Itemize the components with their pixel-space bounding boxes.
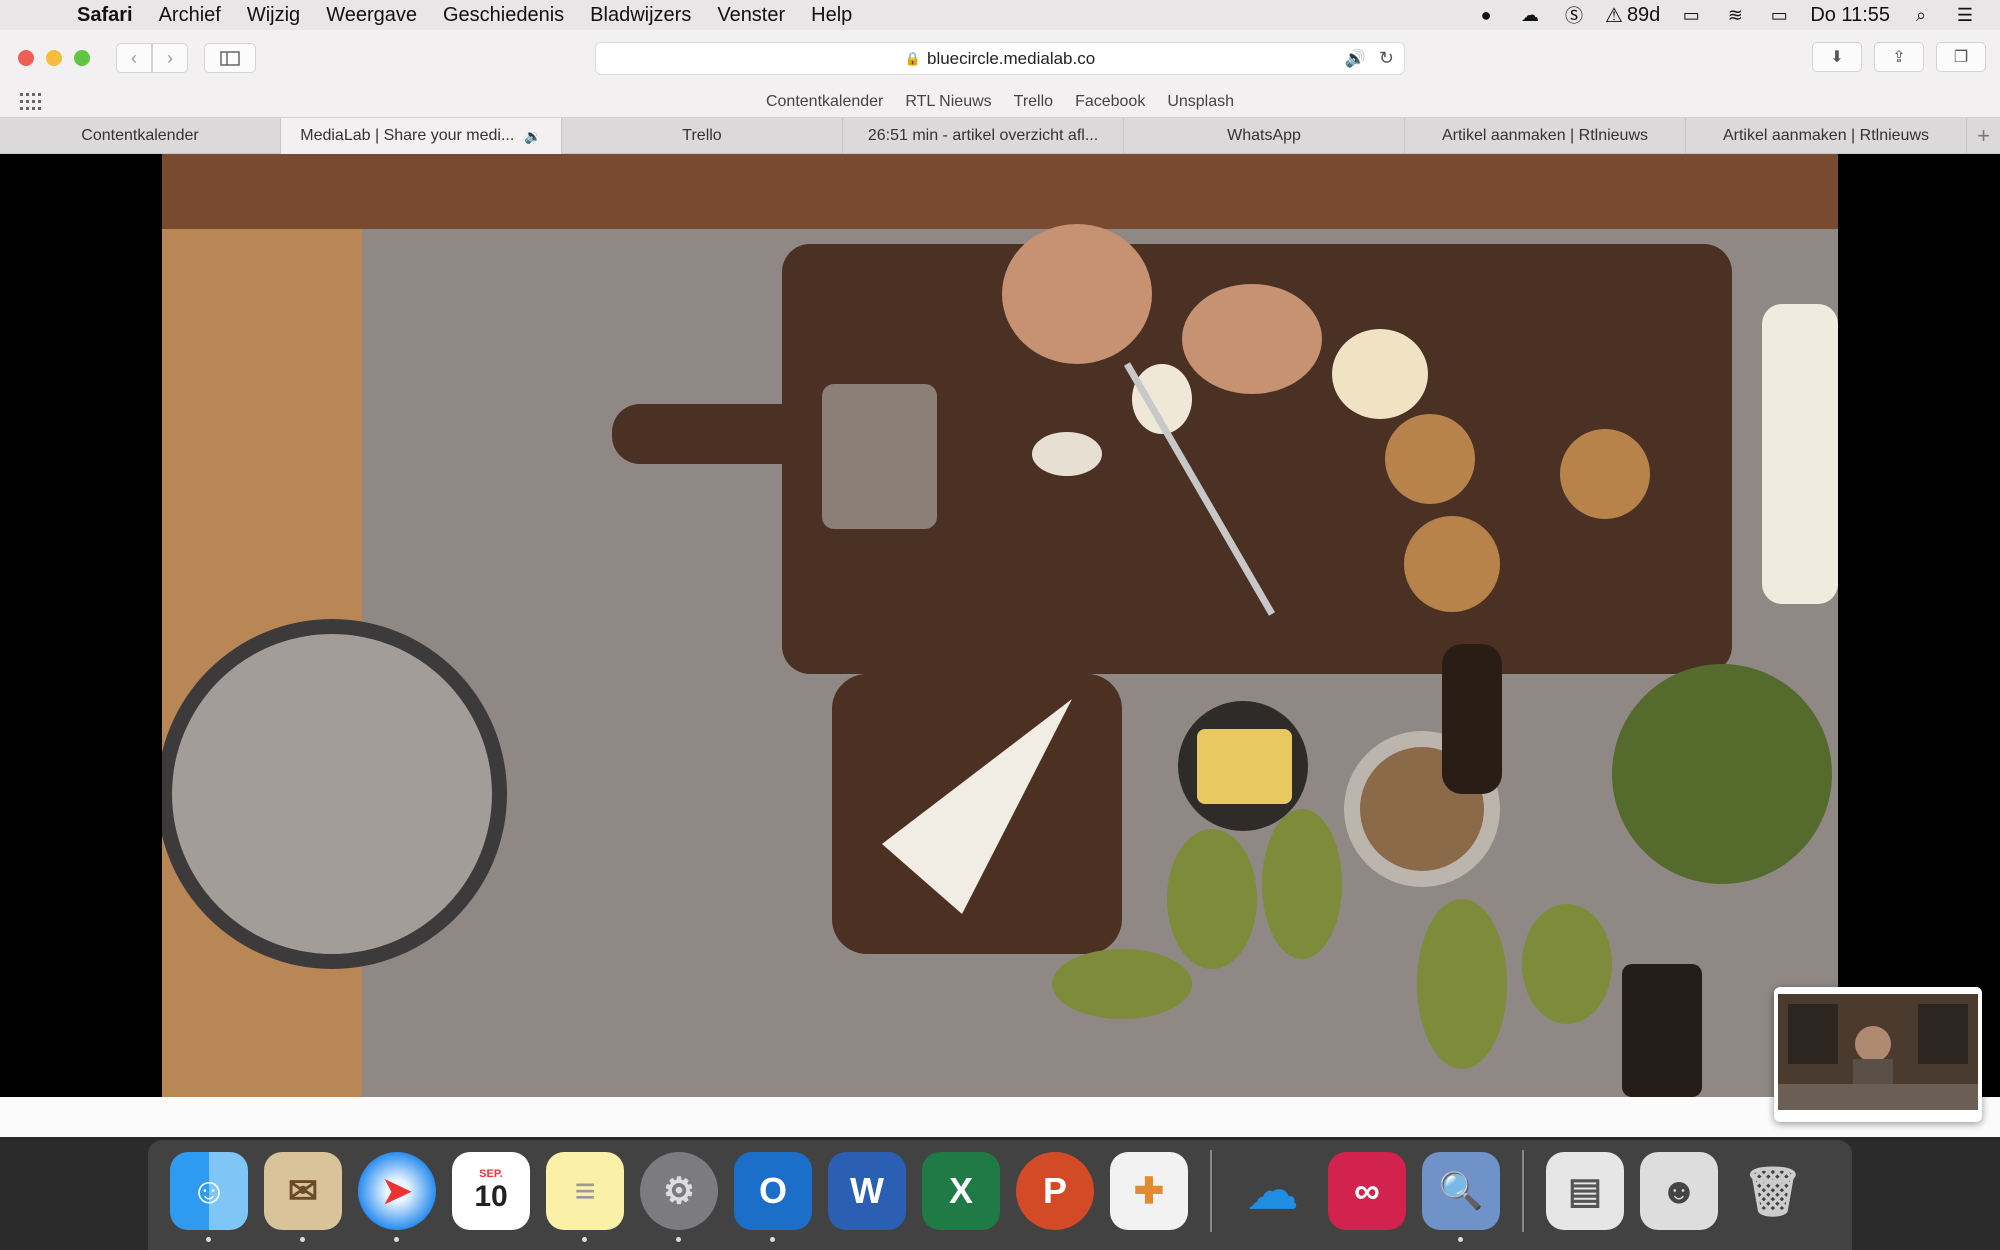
dock-separator xyxy=(1210,1150,1212,1232)
tab-medialab[interactable]: MediaLab | Share your medi... 🔉 xyxy=(281,118,562,154)
video-frame xyxy=(162,154,1838,1097)
favorites-grid-icon[interactable] xyxy=(20,93,42,111)
tab-trello[interactable]: Trello xyxy=(562,118,843,154)
menu-app-name[interactable]: Safari xyxy=(64,4,146,27)
notification-center-icon[interactable]: ☰ xyxy=(1952,5,1978,25)
tab-artikel-overzicht[interactable]: 26:51 min - artikel overzicht afl... xyxy=(843,118,1124,154)
safari-icon[interactable]: ➤ xyxy=(358,1152,436,1242)
menu-archief[interactable]: Archief xyxy=(146,4,234,27)
download-icon: ⬇ xyxy=(1830,49,1844,66)
cloud-icon[interactable]: ☁ xyxy=(1517,5,1543,25)
tab-label: Contentkalender xyxy=(81,127,199,144)
tab-contentkalender[interactable]: Contentkalender xyxy=(0,118,281,154)
skype-icon[interactable]: Ⓢ xyxy=(1561,5,1587,26)
maximize-window-button[interactable] xyxy=(74,50,90,66)
tab-whatsapp[interactable]: WhatsApp xyxy=(1124,118,1405,154)
menu-venster[interactable]: Venster xyxy=(704,4,798,27)
system-preferences-icon[interactable]: ⚙ xyxy=(640,1152,718,1242)
chevron-right-icon: › xyxy=(167,47,173,68)
close-window-button[interactable] xyxy=(18,50,34,66)
downloads-button[interactable]: ⬇ xyxy=(1812,42,1862,72)
menu-wijzig[interactable]: Wijzig xyxy=(234,4,313,27)
plus-icon: + xyxy=(1977,122,1990,148)
url-text: bluecircle.medialab.co xyxy=(926,48,1096,68)
dock-separator xyxy=(1522,1150,1524,1232)
share-button[interactable]: ⇪ xyxy=(1874,42,1924,72)
excel-icon[interactable]: X xyxy=(922,1152,1000,1230)
page-footer-strip xyxy=(0,1097,2000,1137)
mail-icon[interactable]: ✉ xyxy=(264,1152,342,1242)
calendar-icon[interactable]: SEP. 10 xyxy=(452,1152,530,1230)
calendar-day: 10 xyxy=(474,1180,508,1213)
wifi-icon[interactable]: ≋ xyxy=(1722,5,1748,25)
bookmark-facebook[interactable]: Facebook xyxy=(1064,93,1156,111)
menu-clock[interactable]: Do 11:55 xyxy=(1810,4,1890,27)
forward-button[interactable]: › xyxy=(152,43,188,73)
video-player[interactable] xyxy=(162,154,1838,1097)
menu-weergave[interactable]: Weergave xyxy=(313,4,430,27)
kitchen-scene-image xyxy=(1778,994,1978,1110)
dock: ☺ ✉ ➤ SEP. 10 ≡ ⚙ O W X P ✚ ☁ ∞ 🔍 ▤ ☻ 🗑 xyxy=(148,1140,1852,1250)
bookmarks-bar: Contentkalender RTL Nieuws Trello Facebo… xyxy=(0,86,2000,118)
warning-icon: ⚠ xyxy=(1605,4,1623,27)
sidebar-toggle-button[interactable] xyxy=(204,43,256,73)
bookmark-trello[interactable]: Trello xyxy=(1003,93,1064,111)
tab-label: Trello xyxy=(682,127,722,144)
chevron-left-icon: ‹ xyxy=(131,47,137,68)
battery-status[interactable]: ⚠ 89d xyxy=(1605,3,1660,28)
reload-icon[interactable]: ↻ xyxy=(1379,48,1394,69)
menu-bladwijzers[interactable]: Bladwijzers xyxy=(577,4,704,27)
menu-geschiedenis[interactable]: Geschiedenis xyxy=(430,4,577,27)
tab-artikel-aanmaken-2[interactable]: Artikel aanmaken | Rtlnieuws xyxy=(1686,118,1967,154)
tab-bar: Contentkalender MediaLab | Share your me… xyxy=(0,118,2000,154)
video-thumbnail-preview[interactable] xyxy=(1774,987,1982,1122)
bookmark-contentkalender[interactable]: Contentkalender xyxy=(755,93,894,111)
tab-label: MediaLab | Share your medi... xyxy=(300,127,515,144)
outlook-icon[interactable]: O xyxy=(734,1152,812,1242)
creative-cloud-icon[interactable]: ∞ xyxy=(1328,1152,1406,1230)
audio-playing-icon[interactable]: 🔊 xyxy=(1345,49,1366,69)
tab-overview-icon: ❐ xyxy=(1953,49,1969,66)
onedrive-icon[interactable]: ☁ xyxy=(1234,1152,1312,1230)
notes-icon[interactable]: ≡ xyxy=(546,1152,624,1242)
tab-label: Artikel aanmaken | Rtlnieuws xyxy=(1722,127,1930,144)
notification-status-icon[interactable]: ● xyxy=(1473,5,1499,25)
battery-icon[interactable]: ▭ xyxy=(1766,5,1792,25)
tab-label: 26:51 min - artikel overzicht afl... xyxy=(867,127,1099,144)
downloads-stack-icon[interactable]: ▤ xyxy=(1546,1152,1624,1230)
battery-days-label: 89d xyxy=(1626,3,1661,26)
tab-overview-button[interactable]: ❐ xyxy=(1936,42,1986,72)
speaker-icon[interactable]: 🔉 xyxy=(524,128,541,145)
spotlight-search-icon[interactable]: ⌕ xyxy=(1908,5,1934,25)
menu-bar: Safari Archief Wijzig Weergave Geschiede… xyxy=(0,0,2000,30)
minimize-window-button[interactable] xyxy=(46,50,62,66)
page-content xyxy=(0,154,2000,1097)
bookmark-unsplash[interactable]: Unsplash xyxy=(1156,93,1245,111)
new-tab-button[interactable]: + xyxy=(1967,118,2000,153)
lock-icon: 🔒 xyxy=(904,50,921,66)
tab-artikel-aanmaken-1[interactable]: Artikel aanmaken | Rtlnieuws xyxy=(1405,118,1686,154)
photos-app-icon[interactable]: ✚ xyxy=(1110,1152,1188,1230)
preview-icon[interactable]: 🔍 xyxy=(1422,1152,1500,1242)
tab-label: Artikel aanmaken | Rtlnieuws xyxy=(1441,127,1649,144)
address-bar[interactable]: 🔒 bluecircle.medialab.co 🔊 ↻ xyxy=(595,42,1405,75)
documents-stack-icon[interactable]: ☻ xyxy=(1640,1152,1718,1230)
finder-icon[interactable]: ☺ xyxy=(170,1152,248,1242)
menu-help[interactable]: Help xyxy=(798,4,865,27)
sidebar-icon xyxy=(220,50,240,66)
share-icon: ⇪ xyxy=(1892,49,1906,66)
word-icon[interactable]: W xyxy=(828,1152,906,1230)
calendar-month: SEP. xyxy=(479,1168,503,1180)
bookmark-rtl-nieuws[interactable]: RTL Nieuws xyxy=(894,93,1002,111)
powerpoint-icon[interactable]: P xyxy=(1016,1152,1094,1230)
tab-label: WhatsApp xyxy=(1227,127,1301,144)
trash-icon[interactable]: 🗑 xyxy=(1734,1152,1812,1230)
back-button[interactable]: ‹ xyxy=(116,43,152,73)
browser-toolbar: ‹ › 🔒 bluecircle.medialab.co 🔊 ↻ ⬇ ⇪ ❐ xyxy=(0,30,2000,86)
thumbnail-image xyxy=(1778,994,1978,1110)
airplay-icon[interactable]: ▭ xyxy=(1678,5,1704,25)
window-controls xyxy=(18,50,90,66)
